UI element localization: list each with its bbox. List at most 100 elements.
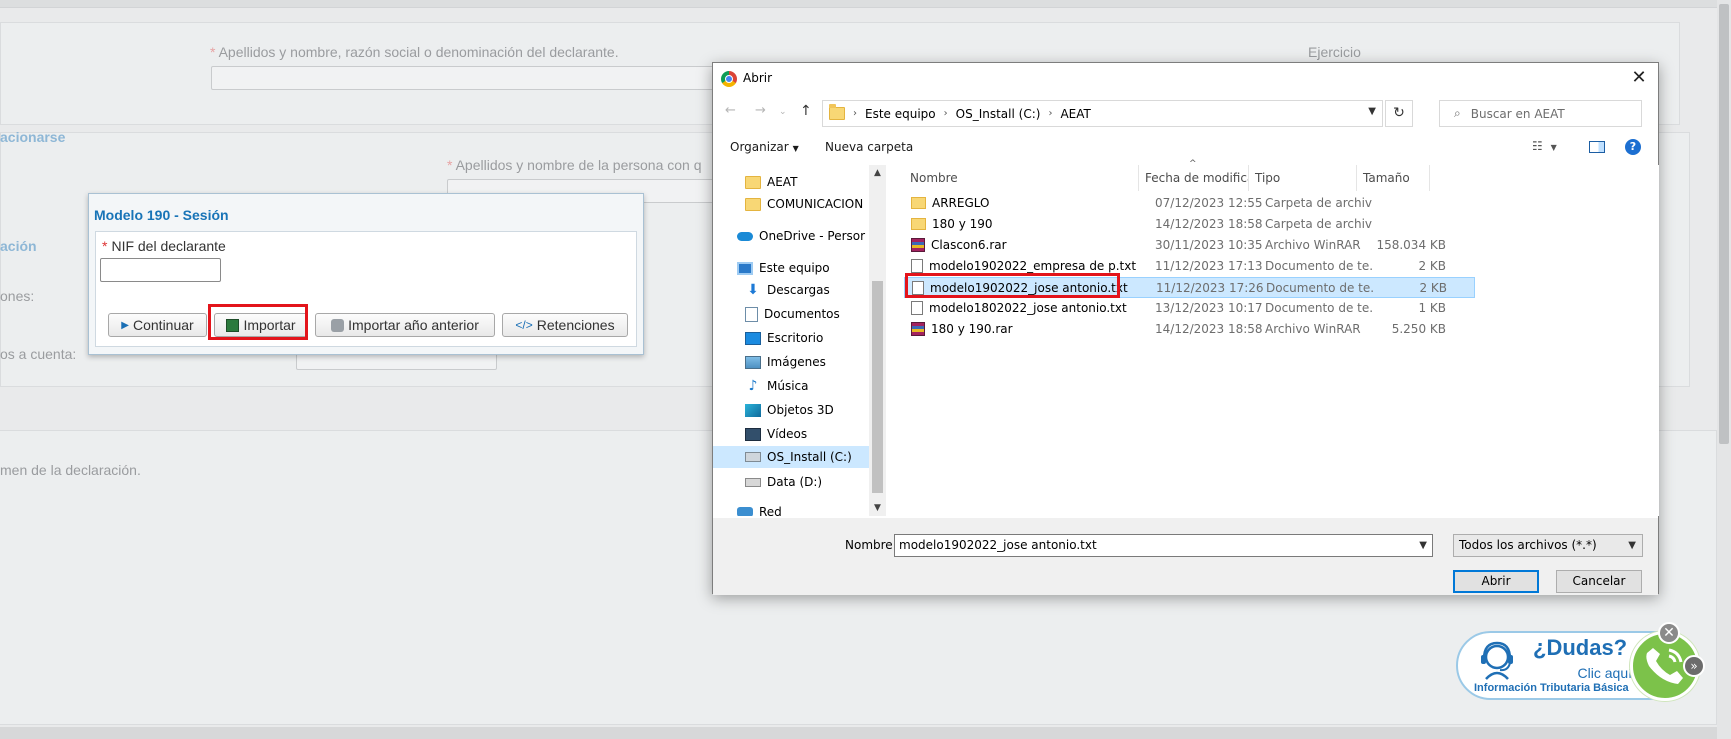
scroll-down-icon[interactable]: ▼: [869, 500, 886, 516]
nif-label: * NIF del declarante: [102, 238, 226, 254]
winrar-icon: [911, 322, 925, 336]
file-row[interactable]: ARREGLO 07/12/2023 12:55 Carpeta de arch…: [904, 193, 1475, 214]
chevron-down-icon[interactable]: ▼: [1419, 535, 1427, 556]
file-row-selected[interactable]: modelo1902022_jose antonio.txt 11/12/202…: [904, 277, 1475, 298]
navigation-pane: AEAT COMUNICACION OneDrive - Persor Este…: [713, 165, 869, 516]
new-folder-button[interactable]: Nueva carpeta: [825, 140, 913, 154]
drive-icon: [745, 477, 761, 487]
address-bar[interactable]: › Este equipo › OS_Install (C:) › AEAT ▼: [822, 100, 1383, 127]
folder-icon: [829, 104, 845, 120]
help-icon[interactable]: ?: [1625, 139, 1641, 155]
importar-button[interactable]: Importar: [214, 313, 308, 337]
search-icon: ⌕: [1454, 106, 1461, 120]
nif-input[interactable]: [100, 258, 221, 282]
session-title: Modelo 190 - Sesión: [94, 207, 229, 223]
code-icon: </>: [515, 318, 533, 332]
folder-icon: [745, 197, 761, 211]
nav-item-red[interactable]: Red: [737, 501, 782, 516]
nav-scrollbar[interactable]: ▲ ▼: [869, 165, 886, 516]
help-info-text: Información Tributaria Básica: [1474, 682, 1629, 694]
dialog-toolbar: Organizar ▼ Nueva carpeta ☷ ▼ ?: [713, 133, 1658, 161]
forward-arrow-icon[interactable]: →: [755, 103, 766, 118]
downloads-icon: ⬇: [747, 282, 759, 298]
videos-icon: [745, 427, 761, 441]
label-cuenta: os a cuenta:: [0, 346, 77, 362]
section-cion: ación: [0, 238, 37, 254]
breadcrumb-este-equipo[interactable]: Este equipo: [865, 107, 936, 121]
cancel-button[interactable]: Cancelar: [1556, 570, 1642, 593]
required-asterisk: *: [102, 238, 108, 254]
file-row[interactable]: modelo1802022_jose antonio.txt 13/12/202…: [904, 298, 1475, 319]
chevron-down-icon[interactable]: ▼: [1368, 106, 1376, 117]
drive-c-icon: [745, 452, 761, 462]
back-arrow-icon[interactable]: ←: [725, 103, 736, 118]
sort-ascending-icon: ^: [1189, 159, 1197, 169]
scroll-up-icon[interactable]: ▲: [869, 165, 886, 181]
chevron-right-icon: ›: [1048, 108, 1053, 119]
nav-item-data-d[interactable]: Data (D:): [745, 471, 822, 493]
file-type-select[interactable]: Todos los archivos (*.*) ▼: [1453, 534, 1643, 557]
onedrive-icon: [737, 231, 753, 241]
help-close-icon[interactable]: ✕: [1658, 622, 1680, 644]
network-icon: [737, 507, 753, 516]
nav-scrollbar-thumb[interactable]: [872, 281, 883, 493]
music-icon: ♪: [748, 378, 758, 394]
file-row[interactable]: 180 y 190.rar 14/12/2023 18:58 Archivo W…: [904, 319, 1475, 340]
up-arrow-icon[interactable]: ↑: [800, 103, 812, 119]
page-hscrollbar[interactable]: [0, 727, 1717, 739]
organize-menu[interactable]: Organizar ▼: [730, 140, 799, 154]
desktop-icon: [745, 331, 761, 345]
column-header-name[interactable]: Nombre: [904, 165, 1139, 191]
recent-chevron-icon[interactable]: ⌄: [779, 107, 787, 117]
nav-item-imagenes[interactable]: Imágenes: [745, 351, 826, 373]
winrar-icon: [911, 238, 925, 252]
help-expand-icon[interactable]: »: [1683, 655, 1705, 677]
column-header-size[interactable]: Tamaño: [1357, 165, 1430, 191]
text-file-icon: [912, 281, 924, 295]
nav-item-onedrive[interactable]: OneDrive - Persor: [737, 225, 865, 247]
page-scrollbar-thumb[interactable]: [1719, 4, 1729, 444]
view-options-icon[interactable]: ☷ ▼: [1532, 139, 1557, 153]
ejercicio-label: Ejercicio: [1308, 44, 1361, 60]
breadcrumb-os-install[interactable]: OS_Install (C:): [956, 107, 1041, 121]
session-body: * NIF del declarante ▶ Continuar Importar …: [95, 231, 637, 347]
import-icon: [226, 318, 240, 332]
nav-item-aeat[interactable]: AEAT: [745, 171, 797, 193]
text-file-icon: [911, 259, 923, 273]
open-button[interactable]: Abrir: [1453, 570, 1539, 593]
dialog-footer: Nombre: modelo1902022_jose antonio.txt ▼…: [713, 518, 1658, 595]
chevron-down-icon[interactable]: ▼: [1628, 535, 1636, 556]
3d-objects-icon: [745, 403, 761, 417]
refresh-icon[interactable]: ↻: [1385, 100, 1413, 127]
chevron-right-icon: ›: [853, 108, 857, 119]
page-scrollbar[interactable]: [1717, 0, 1731, 739]
help-question: ¿Dudas?: [1533, 635, 1628, 660]
file-row[interactable]: 180 y 190 14/12/2023 18:58 Carpeta de ar…: [904, 214, 1475, 235]
nav-item-comunicacion[interactable]: COMUNICACION: [745, 193, 863, 215]
close-icon[interactable]: ✕: [1626, 65, 1652, 91]
breadcrumb-aeat[interactable]: AEAT: [1060, 107, 1090, 121]
file-name-input[interactable]: modelo1902022_jose antonio.txt ▼: [894, 534, 1433, 557]
nav-item-escritorio[interactable]: Escritorio: [745, 327, 823, 349]
chrome-icon: [721, 71, 737, 87]
importar-anterior-button[interactable]: Importar año anterior: [315, 313, 495, 337]
column-header-type[interactable]: Tipo: [1249, 165, 1357, 191]
nav-item-objetos-3d[interactable]: Objetos 3D: [745, 399, 834, 421]
pictures-icon: [745, 355, 761, 369]
declarante-label: * Apellidos y nombre, razón social o den…: [210, 44, 619, 60]
file-row[interactable]: Clascon6.rar 30/11/2023 10:35 Archivo Wi…: [904, 235, 1475, 256]
nav-item-musica[interactable]: ♪ Música: [745, 375, 809, 397]
file-row[interactable]: modelo1902022_empresa de p.txt 11/12/202…: [904, 256, 1475, 277]
nav-item-este-equipo[interactable]: Este equipo: [737, 257, 830, 279]
retenciones-button[interactable]: </> Retenciones: [502, 313, 628, 337]
nav-item-descargas[interactable]: ⬇ Descargas: [745, 279, 830, 301]
declarante-input[interactable]: [211, 66, 714, 90]
nav-item-videos[interactable]: Vídeos: [745, 423, 807, 445]
nav-item-documentos[interactable]: Documentos: [745, 303, 840, 325]
search-input[interactable]: ⌕ Buscar en AEAT: [1439, 100, 1642, 127]
dialog-titlebar[interactable]: Abrir ✕: [713, 63, 1658, 93]
session-panel: Modelo 190 - Sesión * NIF del declarante …: [88, 193, 644, 355]
nav-item-os-install[interactable]: OS_Install (C:): [713, 446, 869, 468]
continuar-button[interactable]: ▶ Continuar: [108, 313, 207, 337]
preview-pane-icon[interactable]: [1589, 141, 1605, 153]
